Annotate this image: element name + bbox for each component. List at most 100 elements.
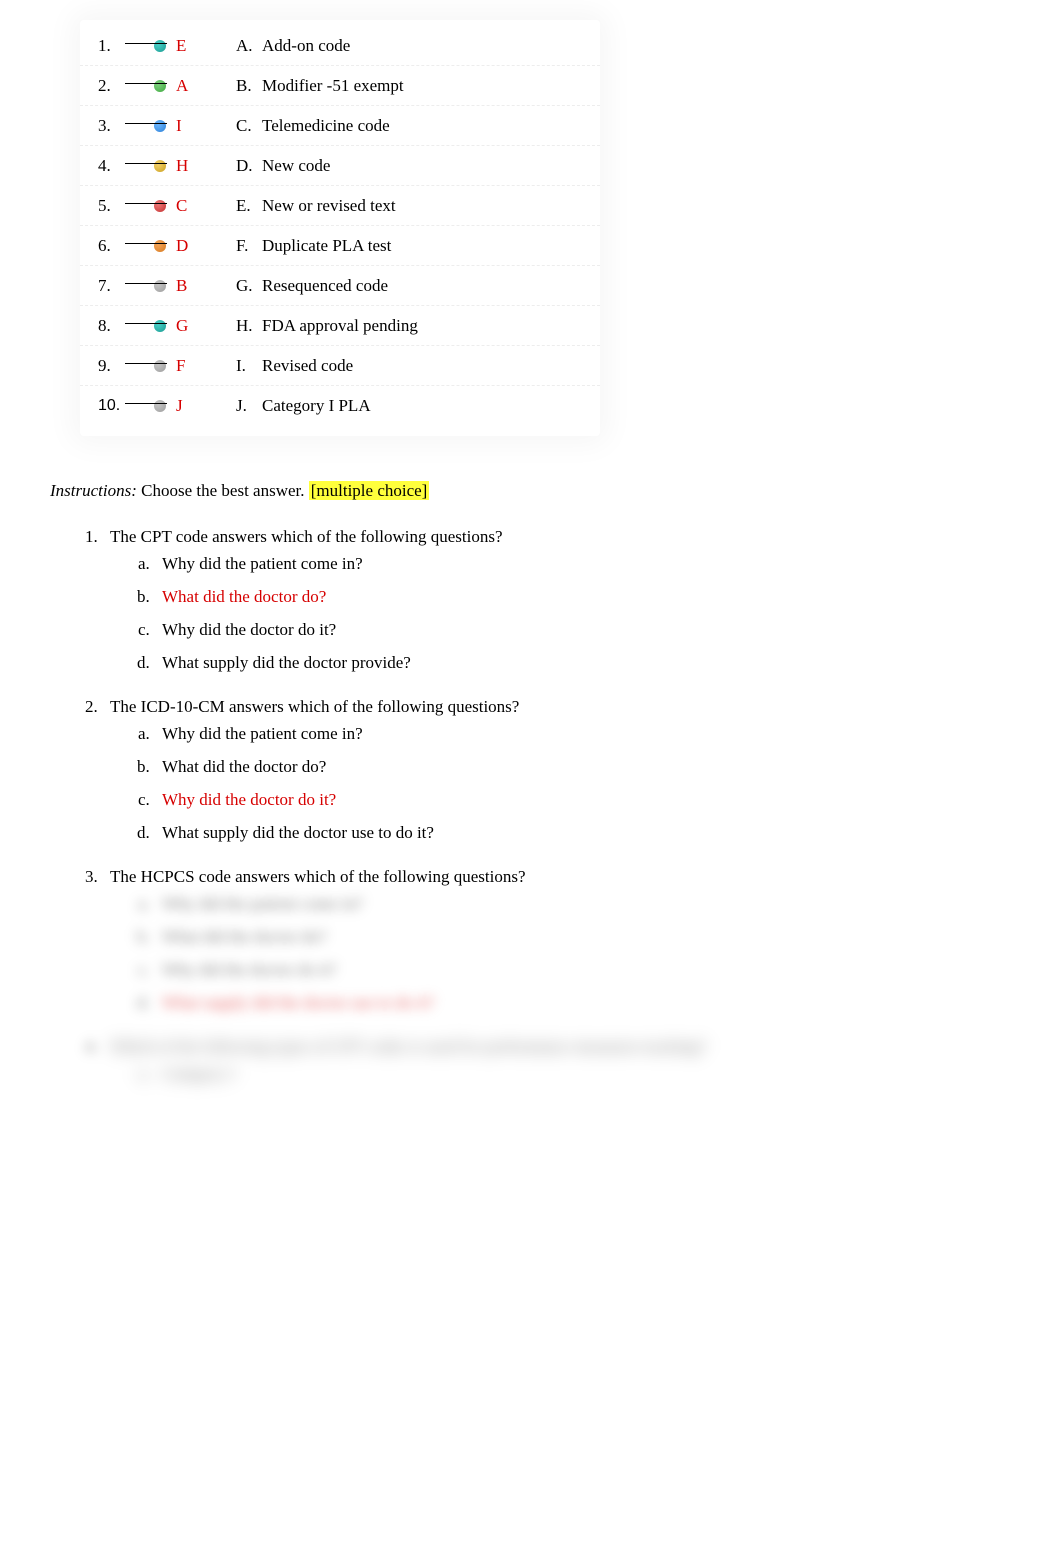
mc-option-text: What supply did the doctor use to do it?	[162, 823, 434, 842]
mc-option: Why did the doctor do it?	[154, 613, 1012, 646]
mc-question: The CPT code answers which of the follow…	[102, 519, 1012, 683]
mc-options: Why did the patient come in? What did the…	[154, 887, 1012, 1019]
definition-letter: J.	[236, 396, 262, 416]
matching-answer: D	[176, 236, 236, 256]
matching-answer: C	[176, 196, 236, 216]
definition-letter: C.	[236, 116, 262, 136]
mc-option: Why did the doctor do it?	[154, 953, 1012, 986]
mc-option-text: Why did the patient come in?	[162, 724, 363, 743]
matching-answer: I	[176, 116, 236, 136]
mc-options: Why did the patient come in? What did the…	[154, 547, 1012, 679]
mc-option: What did the doctor do?	[154, 580, 1012, 613]
definition-text: Resequenced code	[262, 276, 590, 296]
matching-row: 1. EA.Add-on code	[80, 26, 600, 66]
definition-text: Add-on code	[262, 36, 590, 56]
symbol-icon	[154, 400, 166, 412]
matching-row: 5. CE.New or revised text	[80, 186, 600, 226]
matching-number: 1.	[98, 36, 153, 56]
definition-letter: F.	[236, 236, 262, 256]
matching-number: 4.	[98, 156, 153, 176]
mc-question-text: Which of the following types of CPT code…	[110, 1037, 706, 1056]
matching-row: 6. DF.Duplicate PLA test	[80, 226, 600, 266]
mc-option-text: Why did the doctor do it?	[162, 960, 336, 979]
matching-row: 4. HD.New code	[80, 146, 600, 186]
mc-option: What did the doctor do?	[154, 750, 1012, 783]
symbol-icon	[154, 80, 166, 92]
definition-letter: H.	[236, 316, 262, 336]
matching-block: 1. EA.Add-on code 2. AB.Modifier -51 exempt…	[80, 20, 600, 436]
symbol-icon	[154, 360, 166, 372]
definition-letter: G.	[236, 276, 262, 296]
definition-text: Duplicate PLA test	[262, 236, 590, 256]
matching-row: 7.BG.Resequenced code	[80, 266, 600, 306]
definition-letter: E.	[236, 196, 262, 216]
symbol-icon	[154, 320, 166, 332]
matching-answer: H	[176, 156, 236, 176]
definition-letter: A.	[236, 36, 262, 56]
mc-option: Category I	[154, 1057, 1012, 1090]
mc-options: Category I	[154, 1057, 1012, 1090]
mc-option: What supply did the doctor use to do it?	[154, 986, 1012, 1019]
mc-option: Why did the patient come in?	[154, 547, 1012, 580]
mc-option: Why did the patient come in?	[154, 887, 1012, 920]
matching-row: 3.IC.Telemedicine code	[80, 106, 600, 146]
matching-number: 6.	[98, 236, 153, 256]
mc-options: Why did the patient come in? What did the…	[154, 717, 1012, 849]
symbol-icon	[154, 240, 166, 252]
mc-question: The ICD-10-CM answers which of the follo…	[102, 689, 1012, 853]
symbol-icon	[154, 280, 166, 292]
matching-number: 8.	[98, 316, 153, 336]
symbol-icon	[154, 160, 166, 172]
matching-number: 2.	[98, 76, 153, 96]
mc-question: Which of the following types of CPT code…	[102, 1029, 1012, 1094]
definition-letter: B.	[236, 76, 262, 96]
definition-text: New or revised text	[262, 196, 590, 216]
mc-option-text: What supply did the doctor provide?	[162, 653, 411, 672]
matching-answer: E	[176, 36, 236, 56]
mc-question-text: The ICD-10-CM answers which of the follo…	[110, 697, 519, 716]
symbol-icon	[154, 40, 166, 52]
instructions-body: Choose the best answer.	[137, 481, 305, 500]
symbol-icon	[154, 200, 166, 212]
definition-text: New code	[262, 156, 590, 176]
definition-letter: I.	[236, 356, 262, 376]
mc-option-text: What did the doctor do?	[162, 757, 326, 776]
mc-option-text: Why did the patient come in?	[162, 894, 363, 913]
mc-option-text: Why did the doctor do it?	[162, 790, 336, 809]
matching-answer: A	[176, 76, 236, 96]
mc-option-text: What did the doctor do?	[162, 927, 326, 946]
matching-number: 7.	[98, 276, 153, 296]
mc-questions: The CPT code answers which of the follow…	[102, 519, 1012, 1094]
mc-option: Why did the patient come in?	[154, 717, 1012, 750]
matching-row: 2. AB.Modifier -51 exempt	[80, 66, 600, 106]
mc-option-text: What did the doctor do?	[162, 587, 326, 606]
matching-row: 9. FI.Revised code	[80, 346, 600, 386]
mc-option-text: Category I	[162, 1064, 234, 1083]
mc-option-text: What supply did the doctor use to do it?	[162, 993, 434, 1012]
matching-number: 3.	[98, 116, 153, 136]
matching-answer: F	[176, 356, 236, 376]
definition-letter: D.	[236, 156, 262, 176]
matching-answer: J	[176, 396, 236, 416]
mc-option: What did the doctor do?	[154, 920, 1012, 953]
mc-option: What supply did the doctor provide?	[154, 646, 1012, 679]
instructions-tag: [multiple choice]	[309, 481, 430, 500]
definition-text: Modifier -51 exempt	[262, 76, 590, 96]
definition-text: Category I PLA	[262, 396, 590, 416]
matching-number: 5.	[98, 196, 153, 216]
matching-row: 10. JJ.Category I PLA	[80, 386, 600, 426]
mc-option-text: Why did the doctor do it?	[162, 620, 336, 639]
mc-question-text: The HCPCS code answers which of the foll…	[110, 867, 526, 886]
mc-question: The HCPCS code answers which of the foll…	[102, 859, 1012, 1023]
mc-option: Why did the doctor do it?	[154, 783, 1012, 816]
mc-question-text: The CPT code answers which of the follow…	[110, 527, 503, 546]
mc-option-text: Why did the patient come in?	[162, 554, 363, 573]
definition-text: FDA approval pending	[262, 316, 590, 336]
instructions-line: Instructions: Choose the best answer. [m…	[50, 481, 1012, 501]
matching-row: 8. GH.FDA approval pending	[80, 306, 600, 346]
matching-number: 9.	[98, 356, 153, 376]
matching-answer: G	[176, 316, 236, 336]
matching-number: 10.	[98, 397, 153, 415]
instructions-prefix: Instructions:	[50, 481, 137, 500]
definition-text: Revised code	[262, 356, 590, 376]
